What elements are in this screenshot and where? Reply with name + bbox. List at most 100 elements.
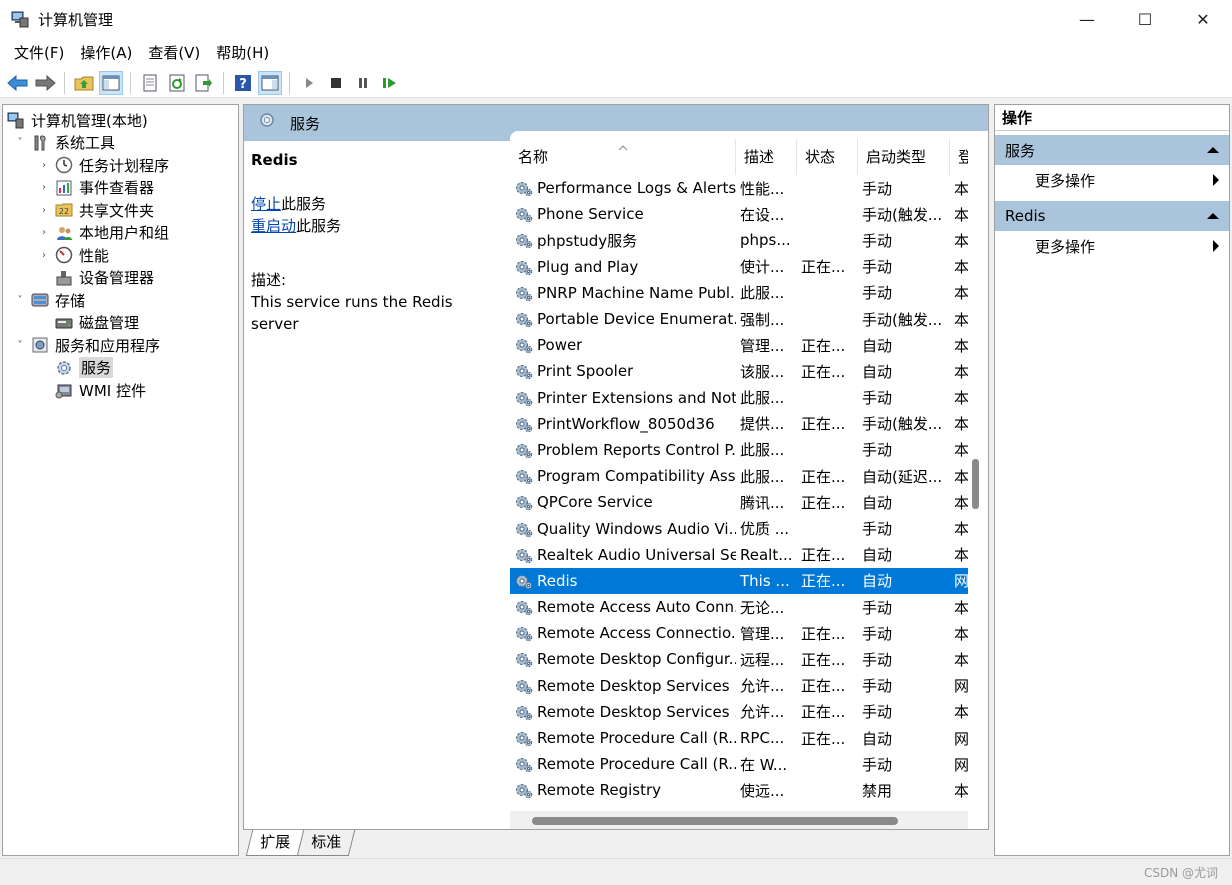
tree-item-10[interactable]: ˅ 服务和应用程序 <box>3 334 238 357</box>
service-row[interactable]: Remote Registry 使远... 禁用本 <box>510 777 980 803</box>
collapse-arrow-icon[interactable]: ˅ <box>13 295 27 306</box>
service-status: 正在... <box>801 336 846 355</box>
tab-extended[interactable]: 扩展 <box>245 830 305 856</box>
more-actions-redis[interactable]: 更多操作 <box>995 231 1229 261</box>
service-row[interactable]: Remote Procedure Call (R... RPC... 正在... 自动… <box>510 725 980 751</box>
service-row[interactable]: PNRP Machine Name Publ... 此服... 手动本 <box>510 280 980 306</box>
expand-arrow-icon[interactable]: › <box>37 205 51 216</box>
service-row[interactable]: Problem Reports Control P... 此服... 手动本 <box>510 437 980 463</box>
service-status: 正在... <box>801 624 846 643</box>
service-row[interactable]: PrintWorkflow_8050d36 提供... 正在... 手动(触发... 本 <box>510 411 980 437</box>
restart-service-icon[interactable] <box>378 71 402 95</box>
tree-item-label: 本地用户和组 <box>79 224 170 243</box>
view-tabs: 扩展 标准 <box>243 830 356 856</box>
tree-item-4[interactable]: › 22 共享文件夹 <box>3 199 238 222</box>
maximize-button[interactable]: ☐ <box>1116 0 1174 38</box>
column-description[interactable]: 描述 <box>736 139 797 175</box>
back-icon[interactable] <box>6 71 30 95</box>
vertical-scrollbar[interactable] <box>968 149 982 799</box>
service-row[interactable]: QPCore Service 腾讯... 正在... 自动本 <box>510 489 980 515</box>
tree-item-7[interactable]: 设备管理器 <box>3 267 238 290</box>
submenu-arrow-icon <box>1213 240 1219 252</box>
show-hide-action-icon[interactable] <box>258 70 282 95</box>
service-row[interactable]: Remote Desktop Services ... 允许... 正在... 手动本 <box>510 699 980 725</box>
help-icon[interactable]: ? <box>231 71 255 95</box>
collapse-arrow-icon[interactable]: ˅ <box>13 340 27 351</box>
expand-arrow-icon[interactable]: › <box>37 250 51 261</box>
service-row[interactable]: Remote Access Connectio... 管理... 正在... 手动本 <box>510 620 980 646</box>
menu-file[interactable]: 文件(F) <box>6 38 72 68</box>
service-row[interactable]: Printer Extensions and Noti... 此服... 手动本 <box>510 385 980 411</box>
tree-item-11[interactable]: 服务 <box>3 357 238 380</box>
tree-item-9[interactable]: 磁盘管理 <box>3 312 238 335</box>
tree-item-8[interactable]: ˅ 存储 <box>3 289 238 312</box>
search-services-icon <box>258 111 278 135</box>
service-name: Remote Desktop Services ... <box>537 702 736 721</box>
service-row[interactable]: Print Spooler 该服... 正在... 自动本 <box>510 358 980 384</box>
column-startup-type[interactable]: 启动类型 <box>858 139 950 175</box>
service-gear-icon <box>514 309 534 329</box>
horizontal-scroll-thumb[interactable] <box>532 817 898 825</box>
service-row[interactable]: Remote Desktop Services 允许... 正在... 手动网 <box>510 673 980 699</box>
service-name: Power <box>537 336 583 355</box>
service-row[interactable]: Phone Service 在设... 手动(触发... 本 <box>510 201 980 227</box>
pause-service-icon[interactable] <box>351 71 375 95</box>
service-row[interactable]: Power 管理... 正在... 自动本 <box>510 332 980 358</box>
tree-item-3[interactable]: › 事件查看器 <box>3 177 238 200</box>
service-row[interactable]: Quality Windows Audio Vi... 优质 ... 手动本 <box>510 515 980 541</box>
export-list-icon[interactable] <box>192 71 216 95</box>
tree-item-5[interactable]: › 本地用户和组 <box>3 222 238 245</box>
stop-service-link[interactable]: 停止 <box>251 195 281 213</box>
show-hide-tree-icon[interactable] <box>99 70 123 95</box>
properties-icon[interactable] <box>138 71 162 95</box>
service-name-cell: Remote Access Auto Conn... <box>510 597 736 617</box>
service-gear-icon <box>514 440 534 460</box>
wmi-control-icon <box>55 381 73 399</box>
menu-view[interactable]: 查看(V) <box>140 38 208 68</box>
tree-item-6[interactable]: › 性能 <box>3 244 238 267</box>
service-row[interactable]: Plug and Play 使计... 正在... 手动本 <box>510 254 980 280</box>
close-button[interactable]: ✕ <box>1174 0 1232 38</box>
collapse-arrow-icon[interactable]: ˅ <box>13 137 27 148</box>
service-gear-icon <box>514 388 534 408</box>
expand-arrow-icon[interactable]: › <box>37 227 51 238</box>
service-row[interactable]: Remote Procedure Call (R... 在 W... 手动网 <box>510 751 980 777</box>
up-folder-icon[interactable] <box>72 71 96 95</box>
start-service-icon[interactable] <box>297 71 321 95</box>
service-row[interactable]: Performance Logs & Alerts 性能... 手动本 <box>510 175 980 201</box>
storage-icon <box>31 291 49 309</box>
tree-item-0[interactable]: 计算机管理(本地) <box>3 109 238 132</box>
service-startup-type: 手动 <box>862 520 893 539</box>
service-row[interactable]: Realtek Audio Universal Se... Realt... 正在.… <box>510 542 980 568</box>
service-status: 正在... <box>801 650 846 669</box>
refresh-icon[interactable] <box>165 71 189 95</box>
service-row[interactable]: phpstudy服务 phps... 手动本 <box>510 227 980 253</box>
service-name-cell: PNRP Machine Name Publ... <box>510 283 736 303</box>
service-row[interactable]: Remote Desktop Configur... 远程... 正在... 手动本 <box>510 646 980 672</box>
forward-icon[interactable] <box>33 71 57 95</box>
service-name-cell: Print Spooler <box>510 361 736 381</box>
minimize-button[interactable]: — <box>1058 0 1116 38</box>
stop-service-icon[interactable] <box>324 71 348 95</box>
more-actions-services[interactable]: 更多操作 <box>995 165 1229 195</box>
expand-arrow-icon[interactable]: › <box>37 182 51 193</box>
service-row[interactable]: Portable Device Enumerat... 强制... 手动(触发...… <box>510 306 980 332</box>
menu-action[interactable]: 操作(A) <box>72 38 140 68</box>
horizontal-scrollbar[interactable] <box>510 811 968 829</box>
restart-service-link[interactable]: 重启动 <box>251 217 296 235</box>
tree-item-1[interactable]: ˅ 系统工具 <box>3 132 238 155</box>
service-name-cell: Remote Access Connectio... <box>510 623 736 643</box>
detail-service-name: Redis <box>251 151 298 169</box>
service-row[interactable]: Remote Access Auto Conn... 无论... 手动本 <box>510 594 980 620</box>
tree-item-2[interactable]: › 任务计划程序 <box>3 154 238 177</box>
menu-help[interactable]: 帮助(H) <box>208 38 277 68</box>
actions-section-redis[interactable]: Redis <box>995 201 1229 231</box>
column-status[interactable]: 状态 <box>797 139 858 175</box>
expand-arrow-icon[interactable]: › <box>37 160 51 171</box>
vertical-scroll-thumb[interactable] <box>972 459 979 509</box>
service-row[interactable]: Program Compatibility Assi... 此服... 正在... 自… <box>510 463 980 489</box>
service-row[interactable]: Redis This ... 正在... 自动网 <box>510 567 980 594</box>
tree-item-12[interactable]: WMI 控件 <box>3 379 238 402</box>
actions-section-services[interactable]: 服务 <box>995 135 1229 165</box>
tab-standard[interactable]: 标准 <box>296 830 356 856</box>
